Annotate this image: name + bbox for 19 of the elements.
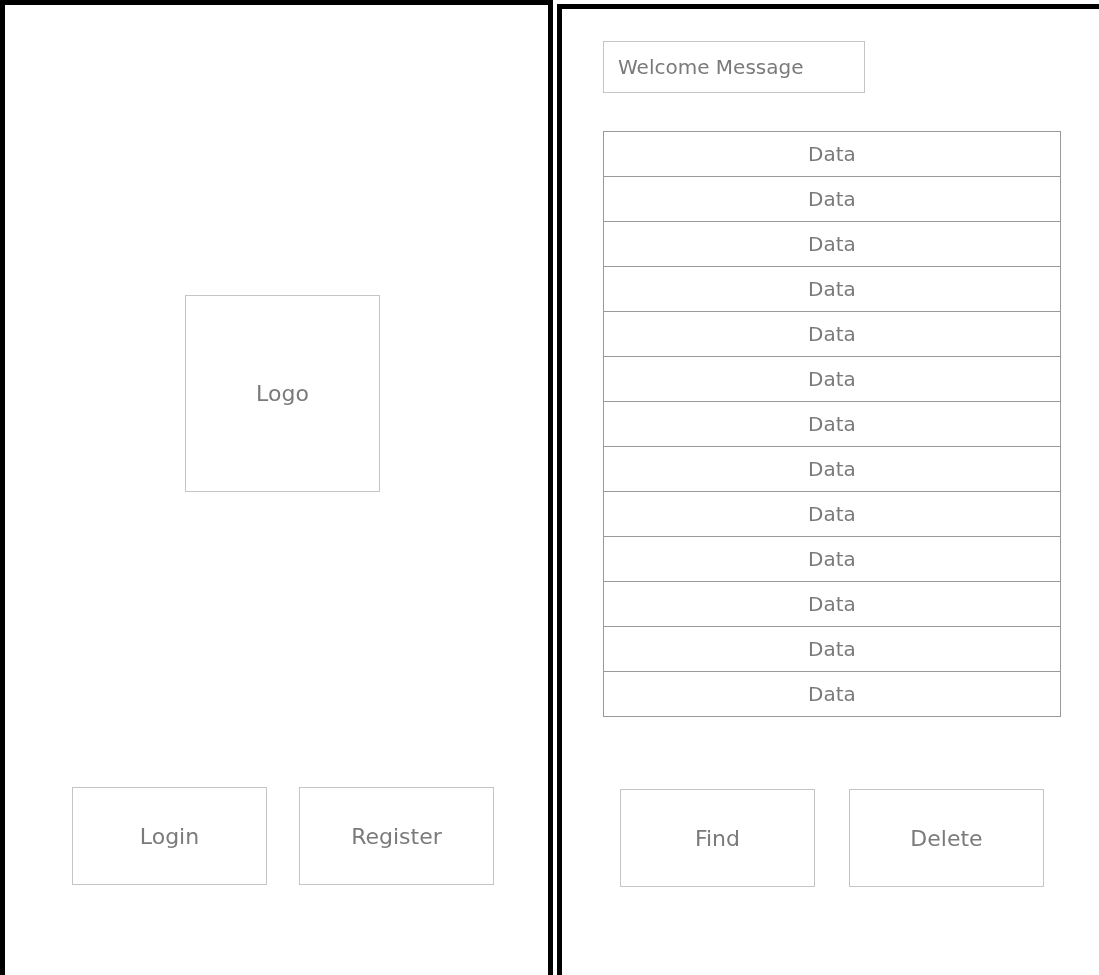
wireframe-button[interactable]: Find [620, 789, 815, 887]
list-row[interactable]: Data [603, 626, 1061, 672]
list-row[interactable]: Data [603, 401, 1061, 447]
list-row[interactable]: Data [603, 221, 1061, 267]
list-row[interactable]: Data [603, 176, 1061, 222]
list-row[interactable]: Data [603, 536, 1061, 582]
list-row[interactable]: Data [603, 266, 1061, 312]
list-row[interactable]: Data [603, 671, 1061, 717]
wireframe-button[interactable]: Login [72, 787, 267, 885]
list-row[interactable]: Data [603, 356, 1061, 402]
list-row[interactable]: Data [603, 131, 1061, 177]
wireframe-button[interactable]: Delete [849, 789, 1044, 887]
logo-label: Logo [256, 380, 309, 408]
list-row[interactable]: Data [603, 446, 1061, 492]
wireframe-button[interactable]: Register [299, 787, 494, 885]
list-row[interactable]: Data [603, 311, 1061, 357]
welcome-field[interactable]: Welcome Message [603, 41, 865, 93]
list-row[interactable]: Data [603, 491, 1061, 537]
list-row[interactable]: Data [603, 581, 1061, 627]
